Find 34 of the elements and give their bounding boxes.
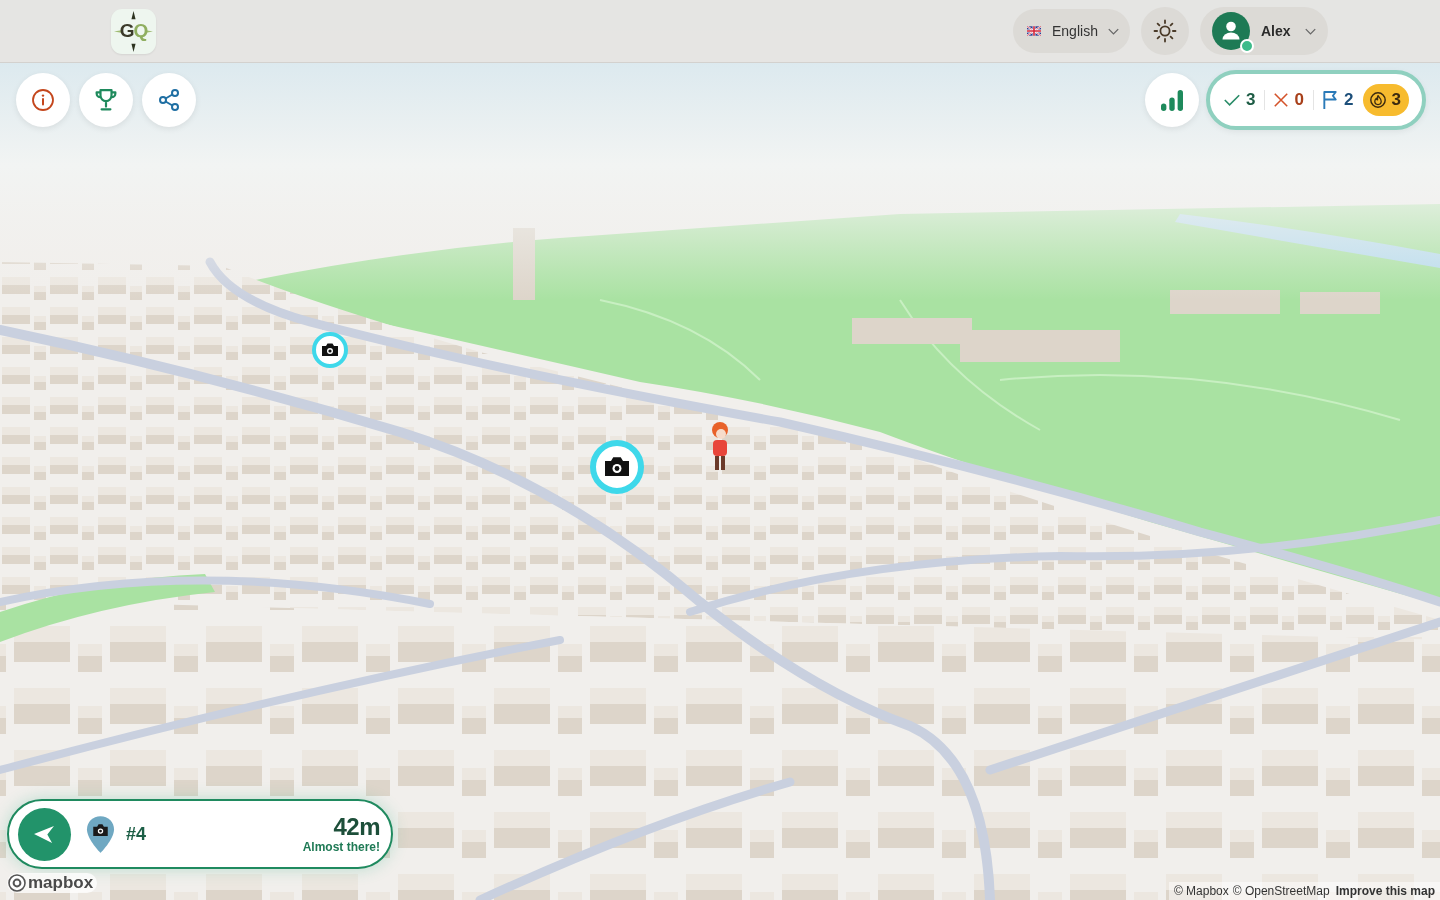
target-distance: 42m: [333, 813, 380, 840]
info-icon: [32, 89, 54, 111]
language-button[interactable]: English: [1013, 9, 1130, 53]
uk-flag-icon: [1027, 26, 1041, 36]
flame-icon: [1370, 92, 1387, 108]
trophy-icon: [95, 89, 117, 111]
avatar-icon: [1212, 12, 1250, 50]
share-icon: [158, 89, 180, 111]
wrong-count: 0: [1294, 90, 1304, 110]
navigate-button[interactable]: [18, 807, 71, 861]
streak-count: 3: [1391, 90, 1401, 110]
credit-link[interactable]: © Mapbox: [1173, 884, 1229, 898]
navigation-arrow-icon: [32, 824, 55, 844]
feedback-link[interactable]: Improve this map: [1335, 884, 1435, 898]
correct-count: 3: [1246, 90, 1256, 110]
mapbox-logo-link[interactable]: mapbox: [7, 873, 98, 893]
credit-link[interactable]: © OpenStreetMap: [1232, 884, 1330, 898]
target-status: Almost there!: [302, 840, 380, 855]
user-menu-button[interactable]: Alex: [1200, 7, 1328, 55]
camera-marker-icon[interactable]: [590, 440, 644, 494]
bar-chart-icon: [1161, 89, 1183, 111]
sun-icon: [1153, 19, 1177, 43]
target-number: #4: [126, 823, 147, 845]
chevron-down-icon: [1304, 27, 1316, 35]
camera-pin-icon: [86, 814, 115, 854]
flag-count: 2: [1343, 90, 1354, 110]
chevron-down-icon: [1107, 27, 1119, 35]
check-icon: [1224, 94, 1240, 106]
circle-logo-icon: [8, 874, 26, 892]
cross-icon: [1274, 93, 1289, 107]
theme-toggle-button[interactable]: [1141, 7, 1189, 55]
flag-icon: [1322, 90, 1338, 110]
compass-icon: [113, 10, 154, 52]
camera-marker-icon[interactable]: [312, 332, 348, 368]
